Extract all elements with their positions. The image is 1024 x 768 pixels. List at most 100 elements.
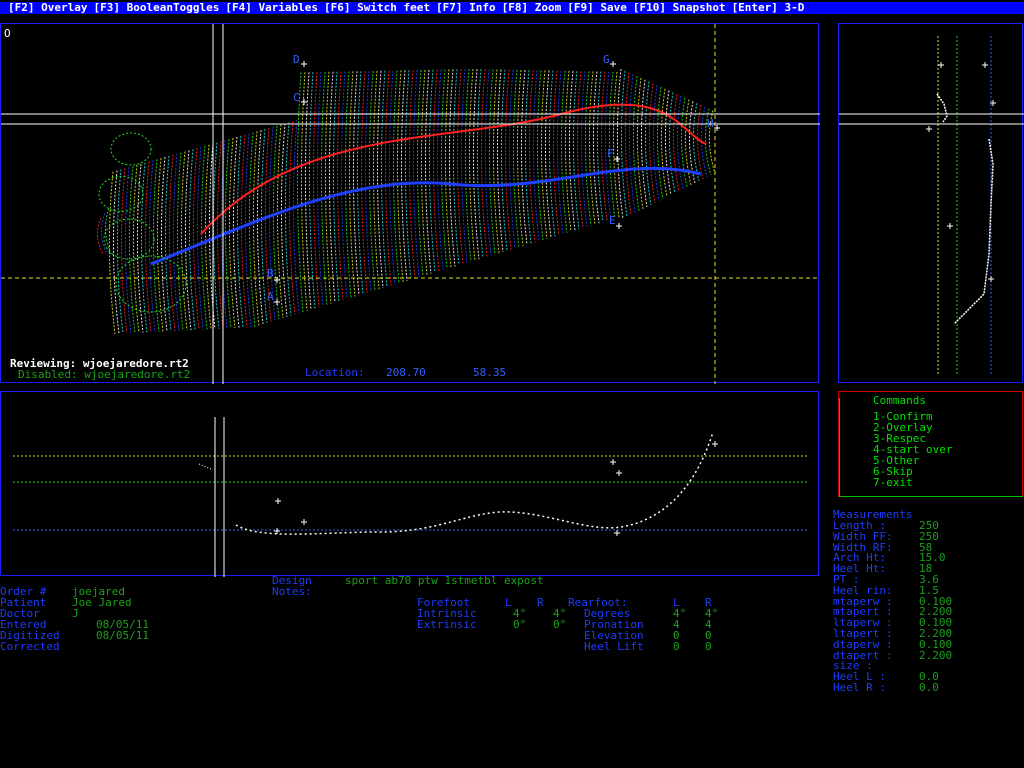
- measurement-value: 2.200: [919, 648, 953, 662]
- scan-line: [336, 71, 344, 301]
- scan-line: [504, 69, 512, 250]
- landmark-point: [947, 223, 953, 229]
- measurement-label: Heel R :: [833, 681, 886, 694]
- menu-3d[interactable]: [Enter] 3-D: [732, 1, 805, 14]
- forefoot-row-label: Extrinsic: [417, 618, 477, 631]
- scan-line: [468, 68, 476, 261]
- landmark-point: [301, 99, 307, 105]
- commands-panel: Commands 1-Confirm 2-Overlay 3-Respec 4-…: [838, 391, 1023, 497]
- scan-line: [364, 71, 372, 292]
- side-profile-view[interactable]: [838, 23, 1024, 383]
- scan-line: [332, 71, 340, 302]
- rearfoot-rows: Degrees 4° 4° Pronation 4 4 Elevation 0 0 Heel Li…: [584, 608, 744, 658]
- scan-line: [560, 70, 568, 233]
- scan-line: [676, 95, 684, 190]
- location-label: Location:: [305, 366, 365, 379]
- scan-line: [636, 77, 644, 210]
- scan-line: [520, 70, 528, 245]
- scan-line: [556, 70, 564, 235]
- menu-switch-feet[interactable]: [F6] Switch feet: [324, 1, 430, 14]
- scan-line: [144, 161, 152, 333]
- menu-snapshot[interactable]: [F10] Snapshot: [633, 1, 726, 14]
- menu-zoom[interactable]: [F8] Zoom: [502, 1, 562, 14]
- scan-line: [572, 71, 580, 230]
- scan-line: [620, 70, 628, 218]
- foot-scan-plot: [1, 24, 820, 384]
- arch-profile-view[interactable]: [0, 391, 819, 577]
- scan-line: [380, 70, 388, 287]
- scan-line: [456, 69, 464, 265]
- forefoot-col-l: L: [505, 596, 512, 609]
- scan-line: [448, 69, 456, 267]
- scan-line: [404, 70, 412, 280]
- menu-save[interactable]: [F9] Save: [567, 1, 627, 14]
- scan-line: [208, 143, 216, 329]
- menu-boolean-toggles[interactable]: [F3] BooleanToggles: [93, 1, 219, 14]
- scan-line: [112, 170, 120, 334]
- scan-line: [296, 72, 304, 313]
- scan-line: [564, 70, 572, 232]
- scan-line: [488, 69, 496, 255]
- forefoot-row-l: 0°: [513, 618, 527, 631]
- scan-line: [276, 124, 284, 319]
- menu-info[interactable]: [F7] Info: [436, 1, 496, 14]
- commands-title: Commands: [873, 394, 926, 407]
- scan-line: [624, 72, 632, 216]
- disabled-file: Disabled: wjoejaredore.rt2: [18, 368, 191, 381]
- scan-line: [492, 69, 500, 254]
- landmark-point: [610, 61, 616, 67]
- scan-line: [576, 71, 584, 229]
- scan-line: [172, 153, 180, 331]
- scan-line: [392, 70, 400, 284]
- menu-variables[interactable]: [F4] Variables: [225, 1, 318, 14]
- landmark-point: [610, 459, 616, 465]
- side-profile-plot: [839, 36, 1024, 374]
- scan-line: [612, 71, 620, 218]
- scan-line: [232, 136, 240, 328]
- landmark-point: [614, 156, 620, 162]
- menu-overlay[interactable]: [F2] Overlay: [8, 1, 87, 14]
- scan-line: [412, 70, 420, 278]
- scan-line: [300, 72, 308, 311]
- foot-plan-view[interactable]: O D C G H F E B A Reviewing: wjoejaredor…: [0, 23, 820, 384]
- scan-line: [236, 135, 244, 328]
- order-info: Order # joejared Patient Joe Jared Doctor J En…: [0, 586, 260, 656]
- scan-line: [660, 88, 668, 198]
- scan-line: [280, 123, 288, 317]
- scan-line: [196, 146, 204, 330]
- landmark-point: [938, 62, 944, 68]
- landmark-point: [616, 470, 622, 476]
- scan-line: [432, 69, 440, 272]
- landmark-point: [301, 519, 307, 525]
- scan-line: [368, 70, 376, 291]
- scan-line: [516, 69, 524, 247]
- scan-line: [436, 69, 444, 271]
- scan-line: [400, 70, 408, 281]
- scan-line: [500, 69, 508, 251]
- command-exit[interactable]: 7-exit: [873, 477, 913, 488]
- scan-line: [244, 133, 252, 328]
- scan-line: [672, 94, 680, 192]
- scan-line: [532, 70, 540, 242]
- scan-line: [304, 72, 312, 310]
- rearfoot-row-r: 0: [705, 640, 712, 653]
- scan-line: [352, 71, 360, 296]
- scan-line: [496, 69, 504, 253]
- notes-label: Notes:: [272, 585, 312, 598]
- scan-line: [356, 71, 364, 295]
- scan-line: [480, 69, 488, 257]
- scan-line: [272, 125, 280, 320]
- scan-line: [132, 164, 140, 333]
- scan-line: [608, 71, 616, 219]
- toe-contour: [98, 175, 144, 213]
- point-label-e: E: [609, 214, 616, 227]
- scan-line: [692, 103, 700, 182]
- scan-line: [628, 74, 636, 214]
- order-field-value: Joe Jared: [72, 596, 132, 609]
- scan-line: [136, 163, 144, 333]
- scan-line: [204, 144, 212, 330]
- scan-line: [348, 71, 356, 297]
- scan-line: [200, 145, 208, 330]
- scan-line: [124, 167, 132, 334]
- scan-line: [652, 85, 660, 202]
